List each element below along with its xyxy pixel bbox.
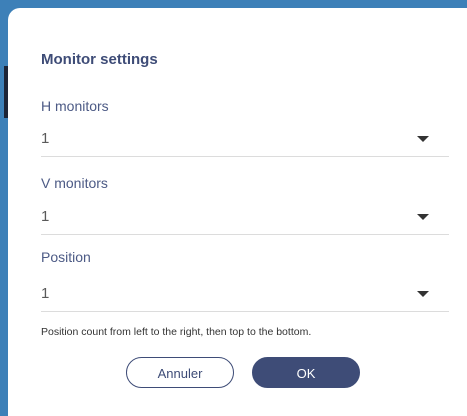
v-monitors-select[interactable]: 1	[41, 201, 449, 235]
h-monitors-value: 1	[41, 130, 50, 147]
caret-down-icon	[417, 136, 429, 142]
v-monitors-label: V monitors	[41, 175, 108, 191]
position-hint: Position count from left to the right, t…	[41, 326, 312, 338]
h-monitors-label: H monitors	[41, 98, 109, 114]
position-label: Position	[41, 249, 91, 265]
cancel-button[interactable]: Annuler	[126, 357, 234, 388]
position-value: 1	[41, 285, 50, 302]
position-select[interactable]: 1	[41, 278, 449, 312]
ok-button[interactable]: OK	[252, 357, 360, 388]
caret-down-icon	[417, 214, 429, 220]
monitor-settings-dialog: Monitor settings H monitors 1 V monitors…	[8, 8, 467, 416]
v-monitors-value: 1	[41, 208, 50, 225]
caret-down-icon	[417, 291, 429, 297]
dialog-title: Monitor settings	[41, 51, 158, 68]
h-monitors-select[interactable]: 1	[41, 123, 449, 157]
